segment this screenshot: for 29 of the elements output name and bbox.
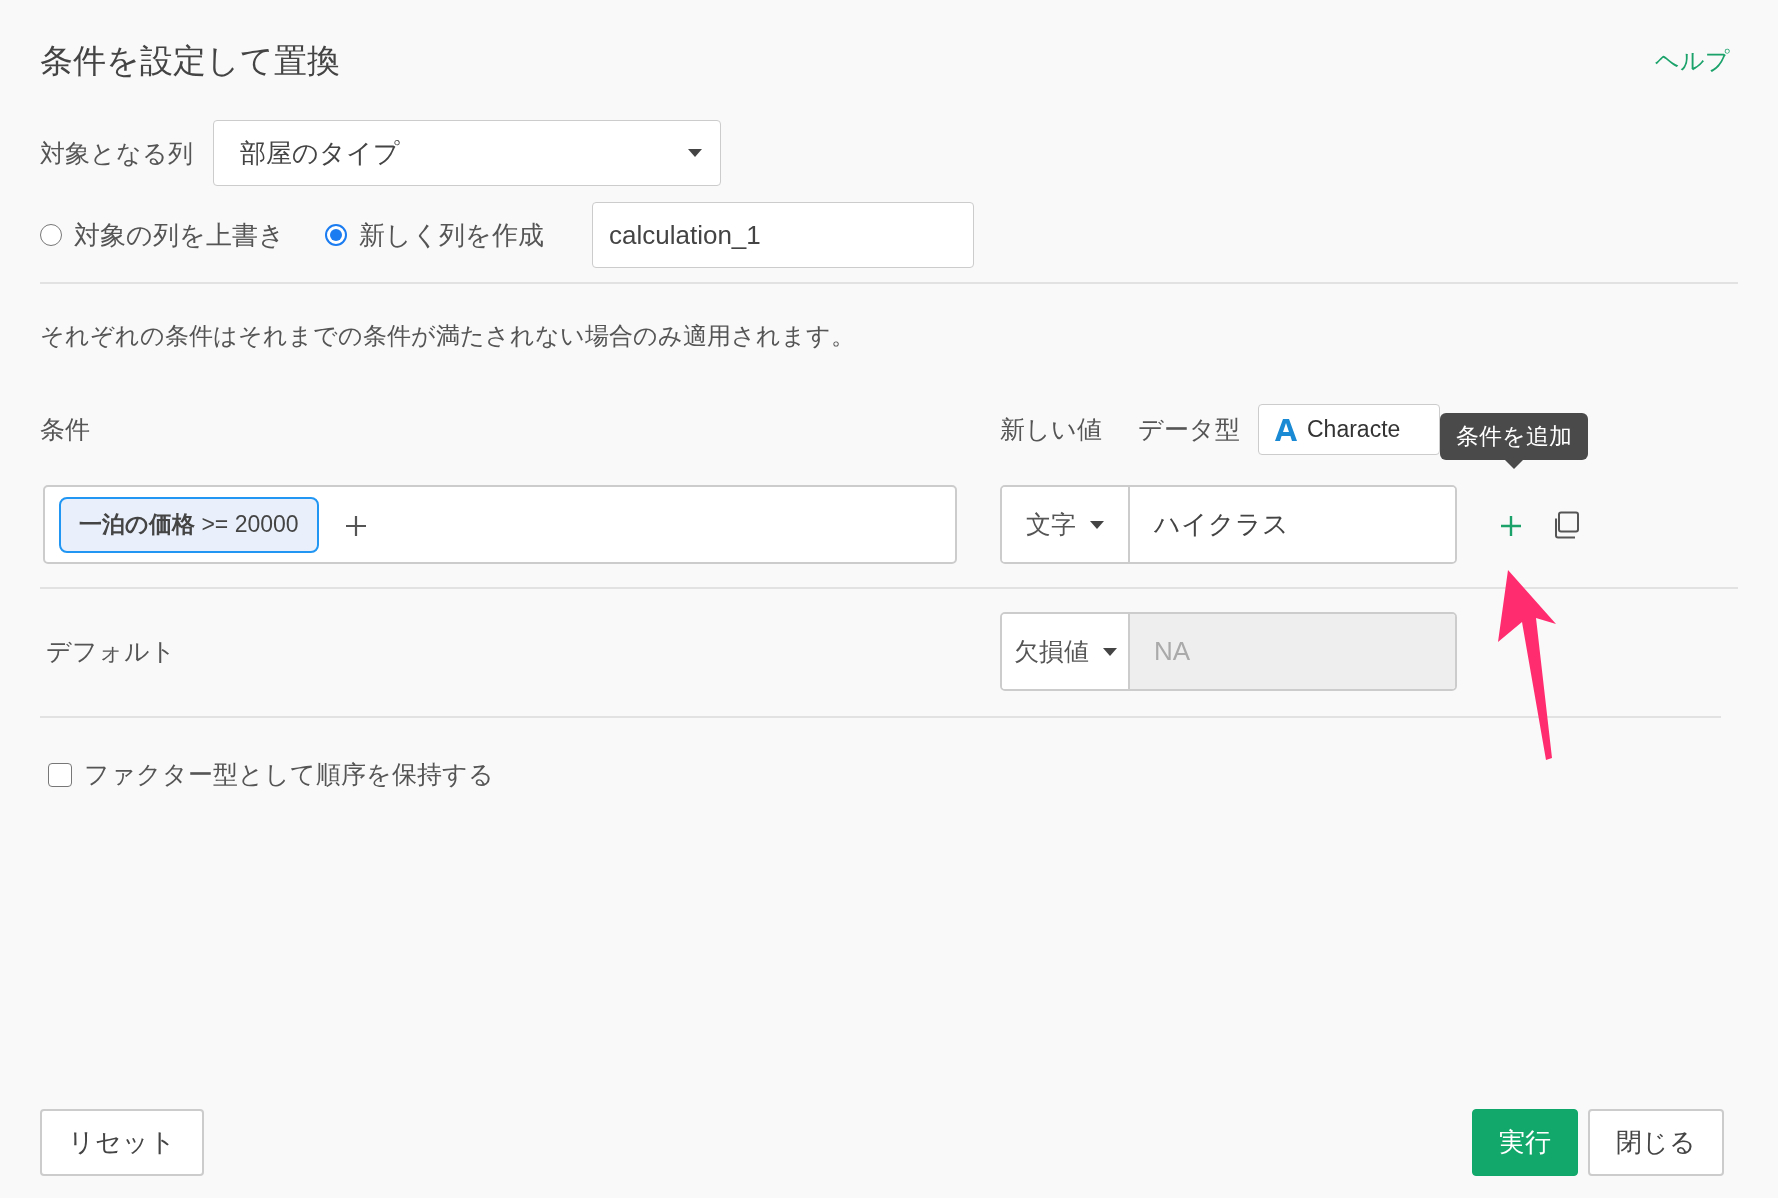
- description-text: それぞれの条件はそれまでの条件が満たされない場合のみ適用されます。: [40, 321, 856, 351]
- letter-a-icon: [1275, 417, 1297, 442]
- dialog-title: 条件を設定して置換: [40, 40, 340, 81]
- field-label: 対象となる列: [40, 137, 193, 169]
- column-heading: 新しい値: [1000, 414, 1102, 445]
- plus-icon: [344, 514, 367, 537]
- tooltip: 条件を追加: [1440, 412, 1588, 460]
- column-select[interactable]: 部屋のタイプ: [213, 120, 721, 186]
- caret-icon: [1090, 520, 1104, 529]
- close-button[interactable]: 閉じる: [1588, 1109, 1724, 1176]
- copy-button[interactable]: [1552, 510, 1580, 539]
- radio-option[interactable]: 新しく列を作成: [325, 217, 544, 253]
- data-type-button[interactable]: Characte: [1258, 404, 1440, 455]
- tooltip-pointer: [1505, 459, 1523, 469]
- value-type-select[interactable]: 文字: [1002, 487, 1130, 562]
- condition-chip[interactable]: 一泊の価格 >= 20000: [59, 496, 319, 553]
- column-name-input[interactable]: calculation_1: [592, 202, 974, 268]
- checkbox-option[interactable]: ファクター型として順序を保持する: [48, 758, 1738, 791]
- radio-option[interactable]: 対象の列を上書き: [40, 217, 285, 253]
- condition-field[interactable]: 一泊の価格 >= 20000: [43, 485, 957, 564]
- plus-icon: [1500, 514, 1522, 537]
- copy-icon: [1552, 510, 1580, 539]
- reset-button[interactable]: リセット: [40, 1109, 204, 1176]
- row-label: デフォルト: [46, 636, 177, 667]
- column-heading: データ型: [1138, 414, 1240, 445]
- caret-icon: [1102, 647, 1117, 656]
- value-field[interactable]: 文字 ハイクラス: [1000, 485, 1457, 564]
- caret-icon: [688, 149, 702, 157]
- column-heading: 条件: [40, 414, 91, 445]
